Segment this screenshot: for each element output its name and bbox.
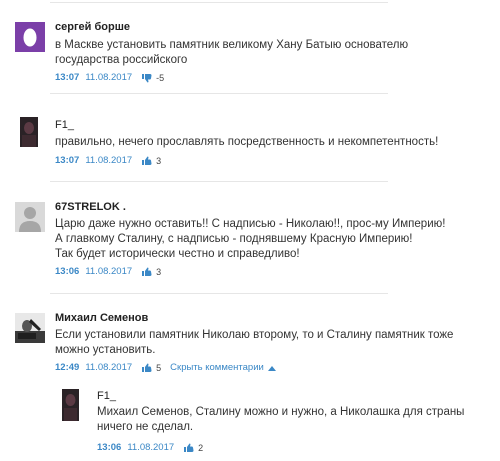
avatar[interactable]: [20, 117, 38, 147]
rating-count: 2: [198, 442, 204, 453]
thumb-up-icon[interactable]: [142, 363, 152, 373]
rating[interactable]: 5: [142, 363, 161, 373]
hide-replies-link[interactable]: Скрыть комментарии: [170, 362, 276, 373]
comment-author[interactable]: F1_: [97, 390, 116, 402]
comment-text-line: можно установить.: [55, 344, 156, 356]
comment-author[interactable]: 67STRELOK .: [55, 201, 126, 213]
rating[interactable]: 2: [184, 443, 203, 453]
rating[interactable]: 3: [142, 267, 161, 277]
comment-text: Если установили памятник Николаю второму…: [55, 328, 453, 358]
comment-date[interactable]: 11.08.2017: [85, 155, 132, 166]
comment-meta: 13:06 11.08.2017 2: [97, 442, 203, 453]
comment-text-line: государства российского: [55, 54, 188, 66]
comment: F1_ правильно, нечего прославлять посред…: [0, 93, 500, 181]
comment-text-line: Если установили памятник Николаю второму…: [55, 329, 454, 341]
thumb-down-icon[interactable]: [142, 73, 152, 83]
comment-time[interactable]: 13:07: [55, 155, 79, 166]
rating-count: 5: [156, 362, 162, 373]
comment-meta: 13:07 11.08.2017 -5: [55, 72, 164, 83]
comment-meta: 13:06 11.08.2017 3: [55, 266, 161, 277]
comment-text: в Масквe установить памятник великому Ха…: [55, 38, 408, 68]
comment-text-line: в Масквe установить памятник великому Ха…: [55, 39, 409, 51]
comment-date[interactable]: 11.08.2017: [85, 266, 132, 277]
rating[interactable]: 3: [142, 156, 161, 166]
avatar[interactable]: [15, 202, 45, 232]
comment-text: правильно, нечего прославлять посредстве…: [55, 135, 438, 150]
avatar[interactable]: [15, 313, 45, 343]
comment: 67STRELOK . Царю даже нужно оставить!! С…: [0, 181, 500, 293]
rating-count: 3: [156, 266, 162, 277]
comment-text-line: ничего не сделал.: [97, 421, 194, 433]
rating-count: -5: [156, 72, 165, 83]
comment: сергей борше в Масквe установить памятни…: [0, 0, 500, 93]
hide-replies-label[interactable]: Скрыть комментарии: [170, 362, 264, 373]
comment-text-line: правильно, нечего прославлять посредстве…: [55, 136, 439, 148]
comment-date[interactable]: 11.08.2017: [85, 72, 132, 83]
comment-time[interactable]: 13:07: [55, 72, 79, 83]
thumb-up-icon[interactable]: [184, 443, 194, 453]
comment-text-line: Так будет исторически честно и справедли…: [55, 248, 300, 260]
thumb-up-icon[interactable]: [142, 156, 152, 166]
comment-author[interactable]: F1_: [55, 119, 74, 131]
comment-date[interactable]: 11.08.2017: [127, 442, 174, 453]
comment-text-line: Михаил Семенов, Сталину можно и нужно, а…: [97, 406, 465, 418]
reply-comment: F1_ Михаил Семенов, Сталину можно и нужн…: [0, 383, 500, 461]
thumb-up-icon[interactable]: [142, 267, 152, 277]
comment-meta: 12:49 11.08.2017 5 Скрыть комментарии: [55, 362, 276, 373]
comment-text: Михаил Семенов, Сталину можно и нужно, а…: [97, 405, 464, 435]
comment-time[interactable]: 13:06: [55, 266, 79, 277]
comment-date[interactable]: 11.08.2017: [85, 362, 132, 373]
chevron-up-icon[interactable]: [267, 365, 276, 371]
avatar[interactable]: [15, 22, 45, 52]
comment-meta: 13:07 11.08.2017 3: [55, 155, 161, 166]
comment: Михаил Семенов Если установили памятник …: [0, 293, 500, 383]
rating-count: 3: [156, 155, 162, 166]
comment-author[interactable]: сергей борше: [55, 21, 130, 33]
comment-text-line: Царю даже нужно оставить!! С надписью - …: [55, 218, 446, 230]
comment-time[interactable]: 12:49: [55, 362, 79, 373]
comment-text: Царю даже нужно оставить!! С надписью - …: [55, 217, 445, 262]
avatar[interactable]: [62, 389, 79, 421]
comment-text-line: А главкому Сталину, с надписью - поднявш…: [55, 233, 413, 245]
comment-time[interactable]: 13:06: [97, 442, 121, 453]
rating[interactable]: -5: [142, 73, 164, 83]
comment-author[interactable]: Михаил Семенов: [55, 312, 148, 324]
